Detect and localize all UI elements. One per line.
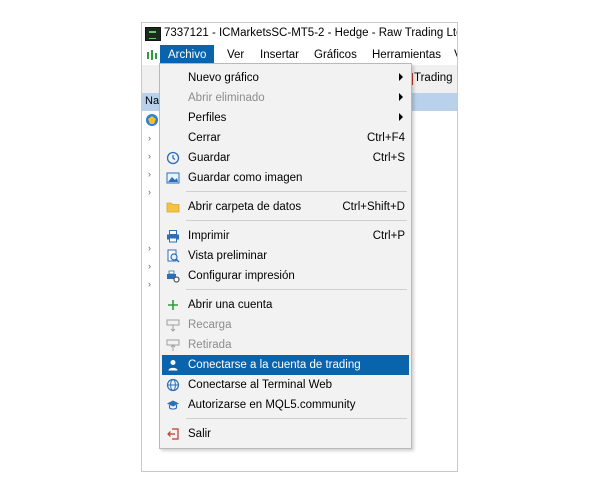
withdraw-icon [166, 339, 180, 351]
chart-window-icon[interactable] [146, 49, 158, 61]
menu-item-open-data-folder[interactable]: Abrir carpeta de datos Ctrl+Shift+D [162, 197, 409, 217]
menu-item-deposit: Recarga [162, 315, 409, 335]
menu-item-label: Autorizarse en MQL5.community [188, 399, 356, 411]
menu-separator [186, 191, 407, 192]
submenu-arrow-icon [399, 93, 403, 101]
menu-item-withdraw: Retirada [162, 335, 409, 355]
deposit-icon [166, 319, 180, 332]
menu-item-shortcut: Ctrl+Shift+D [342, 201, 405, 213]
menu-graficos[interactable]: Gráficos [306, 45, 365, 65]
terminal-root-icon[interactable] [145, 113, 159, 127]
menu-item-open-account[interactable]: Abrir una cuenta [162, 295, 409, 315]
window-title: 7337121 - ICMarketsSC-MT5-2 - Hedge - Ra… [164, 27, 457, 39]
menu-item-shortcut: Ctrl+F4 [366, 132, 405, 144]
menu-separator [186, 289, 407, 290]
menu-item-print-preview[interactable]: Vista preliminar [162, 246, 409, 266]
metatrader-logo-icon [145, 27, 161, 41]
menu-item-label: Conectarse a la cuenta de trading [188, 359, 361, 371]
menu-separator [186, 220, 407, 221]
menu-item-label: Abrir una cuenta [188, 299, 273, 311]
folder-icon [166, 202, 180, 213]
printer-icon [167, 230, 179, 243]
tree-expand-icon[interactable]: › [148, 187, 151, 197]
image-icon [166, 172, 180, 184]
menu-item-label: Nuevo gráfico [188, 72, 259, 84]
menu-item-label: Salir [188, 428, 212, 440]
menu-archivo[interactable]: Archivo [160, 45, 215, 65]
menu-item-shortcut: Ctrl+S [372, 152, 405, 164]
plus-icon [168, 300, 178, 310]
menu-item-login-mql5[interactable]: Autorizarse en MQL5.community [162, 395, 409, 415]
menu-item-login-web[interactable]: Conectarse al Terminal Web [162, 375, 409, 395]
menu-item-shortcut: Ctrl+P [372, 230, 405, 242]
menu-item-label: Retirada [188, 339, 232, 351]
tree-expand-icon[interactable]: › [148, 169, 151, 179]
menu-item-label: Configurar impresión [188, 270, 295, 282]
menu-item-print-setup[interactable]: Configurar impresión [162, 266, 409, 286]
user-icon [168, 360, 178, 371]
menu-item-exit[interactable]: Salir [162, 424, 409, 444]
title-bar: 7337121 - ICMarketsSC-MT5-2 - Hedge - Ra… [142, 23, 457, 45]
tree-expand-icon[interactable]: › [148, 133, 151, 143]
menu-ver[interactable]: Ver [219, 45, 252, 65]
menu-item-print[interactable]: Imprimir Ctrl+P [162, 226, 409, 246]
menu-item-label: Cerrar [188, 132, 221, 144]
print-setup-icon [167, 270, 180, 283]
menu-item-label: Recarga [188, 319, 232, 331]
menu-item-profiles[interactable]: Perfiles [162, 108, 409, 128]
tree-expand-icon[interactable]: › [148, 243, 151, 253]
menu-bar: Archivo Ver Insertar Gráficos Herramient… [142, 45, 457, 65]
graduation-cap-icon [167, 400, 179, 410]
tree-expand-icon[interactable]: › [148, 151, 151, 161]
menu-item-new-chart[interactable]: Nuevo gráfico [162, 68, 409, 88]
menu-herramientas[interactable]: Herramientas [364, 45, 449, 65]
exit-icon [167, 428, 179, 440]
menu-item-save-image[interactable]: Guardar como imagen [162, 168, 409, 188]
menu-item-login-trading[interactable]: Conectarse a la cuenta de trading [162, 355, 409, 375]
submenu-arrow-icon [399, 113, 403, 121]
print-preview-icon [167, 249, 180, 263]
menu-item-label: Vista preliminar [188, 250, 268, 262]
submenu-arrow-icon [399, 73, 403, 81]
file-menu-dropdown: Nuevo gráfico Abrir eliminado Perfiles C… [159, 63, 412, 449]
menu-item-label: Perfiles [188, 112, 227, 124]
menu-item-open-deleted: Abrir eliminado [162, 88, 409, 108]
tree-expand-icon[interactable]: › [148, 279, 151, 289]
menu-item-label: Conectarse al Terminal Web [188, 379, 333, 391]
menu-item-label: Guardar [188, 152, 231, 164]
menu-insertar[interactable]: Insertar [252, 45, 307, 65]
save-clock-icon [166, 151, 180, 165]
algo-trading-button[interactable]: Trading [414, 72, 453, 84]
globe-icon [166, 378, 180, 392]
menu-item-label: Guardar como imagen [188, 172, 303, 184]
menu-item-label: Abrir eliminado [188, 92, 265, 104]
menu-item-save[interactable]: Guardar Ctrl+S [162, 148, 409, 168]
menu-item-label: Abrir carpeta de datos [188, 201, 302, 213]
menu-separator [186, 418, 407, 419]
tree-expand-icon[interactable]: › [148, 261, 151, 271]
menu-item-close[interactable]: Cerrar Ctrl+F4 [162, 128, 409, 148]
menu-ventana[interactable]: V [446, 45, 457, 65]
menu-item-label: Imprimir [188, 230, 230, 242]
